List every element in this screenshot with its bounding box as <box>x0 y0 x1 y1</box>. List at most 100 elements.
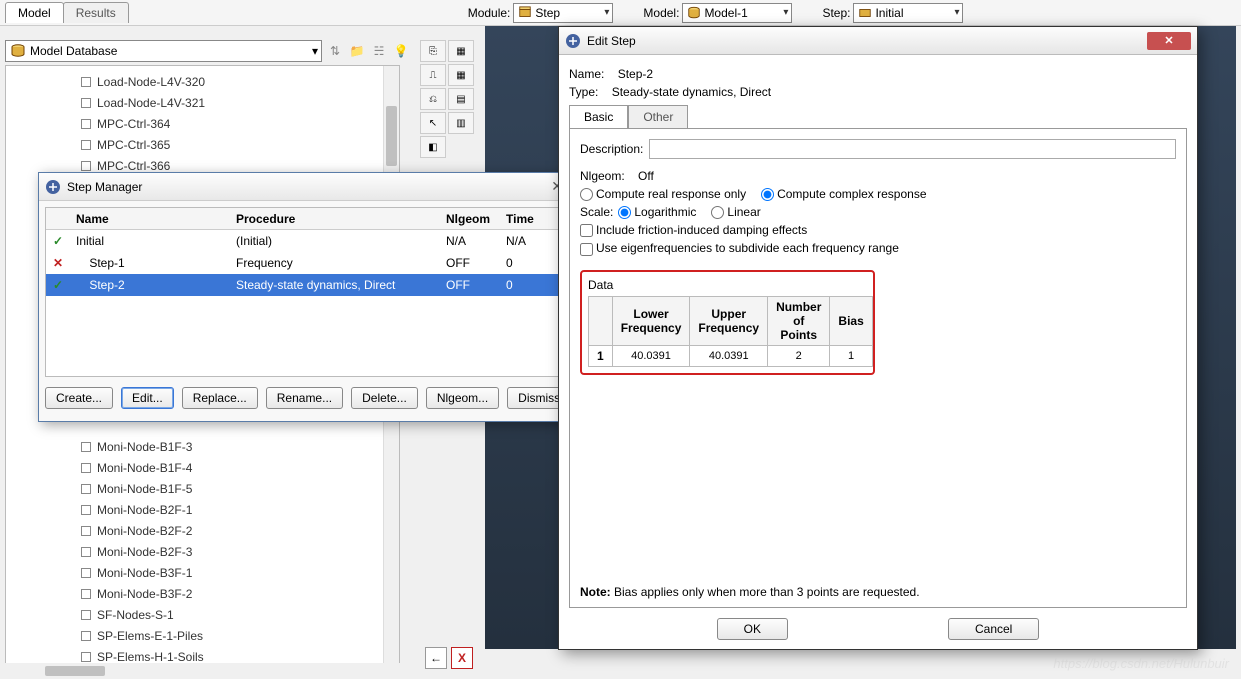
tree-icon[interactable]: ☵ <box>370 42 388 60</box>
th-proc[interactable]: Procedure <box>230 212 440 226</box>
nlgeom-button[interactable]: Nlgeom... <box>426 387 499 409</box>
tree-item[interactable]: SP-Elems-E-1-Piles <box>81 625 399 646</box>
hscroll-thumb[interactable] <box>45 666 105 676</box>
tree-item[interactable]: Moni-Node-B1F-5 <box>81 478 399 499</box>
tree-item[interactable]: Moni-Node-B3F-1 <box>81 562 399 583</box>
updown-icon[interactable]: ⇅ <box>326 42 344 60</box>
tool-ico-2[interactable]: ▦ <box>448 40 474 62</box>
tool-ico-9[interactable]: ◧ <box>420 136 446 158</box>
th-npts: Number of Points <box>768 296 830 345</box>
step-manager-dialog: Step Manager ✕ Name Procedure Nlgeom Tim… <box>38 172 568 422</box>
radio-linear[interactable]: Linear <box>711 205 760 219</box>
step-table-header: Name Procedure Nlgeom Time <box>46 208 560 230</box>
tree-hscroll[interactable] <box>5 663 400 679</box>
back-button[interactable]: ← <box>425 647 447 669</box>
module-label: Module: <box>468 6 511 20</box>
module-combo[interactable]: Step <box>513 3 613 23</box>
nlgeom-label: Nlgeom: <box>580 169 625 183</box>
data-title: Data <box>588 278 867 292</box>
tab-results[interactable]: Results <box>63 2 129 23</box>
nav-buttons: ← X <box>425 647 473 669</box>
tree-item[interactable]: SF-Nodes-S-1 <box>81 604 399 625</box>
model-db-combo[interactable]: Model Database <box>5 40 322 62</box>
step-row[interactable]: ✓ Step-2Steady-state dynamics, DirectOFF… <box>46 274 560 296</box>
tree-item[interactable]: SP-Elems-H-1-Soils <box>81 646 399 664</box>
scale-label: Scale: <box>580 205 613 219</box>
nlgeom-value: Off <box>638 169 654 183</box>
data-table[interactable]: Lower Frequency Upper Frequency Number o… <box>588 296 873 367</box>
radio-complex[interactable]: Compute complex response <box>761 187 926 201</box>
type-label: Type: <box>569 85 598 99</box>
th-bias: Bias <box>830 296 872 345</box>
tool-ico-4[interactable]: ▦ <box>448 64 474 86</box>
rename-button[interactable]: Rename... <box>266 387 343 409</box>
tab-basic[interactable]: Basic <box>569 105 628 128</box>
edit-step-titlebar[interactable]: Edit Step <box>559 27 1197 55</box>
ok-button[interactable]: OK <box>717 618 788 640</box>
note-row: Note: Bias applies only when more than 3… <box>580 585 920 599</box>
folder-icon[interactable]: 📁 <box>348 42 366 60</box>
tree-item[interactable]: MPC-Ctrl-365 <box>81 134 399 155</box>
tree-item[interactable]: Load-Node-L4V-321 <box>81 92 399 113</box>
delete-button[interactable]: Delete... <box>351 387 418 409</box>
name-label: Name: <box>569 67 604 81</box>
chk-eigen[interactable]: Use eigenfrequencies to subdivide each f… <box>580 241 899 255</box>
radio-real[interactable]: Compute real response only <box>580 187 746 201</box>
tree-item[interactable]: Load-Node-L4V-320 <box>81 71 399 92</box>
tool-ico-8[interactable]: ▥ <box>448 112 474 134</box>
step-combo[interactable]: Initial <box>853 3 963 23</box>
step-manager-buttons: Create... Edit... Replace... Rename... D… <box>39 383 567 417</box>
module-value: Step <box>535 6 560 20</box>
chk-friction[interactable]: Include friction-induced damping effects <box>580 223 807 237</box>
cancel-button[interactable]: Cancel <box>948 618 1039 640</box>
close-button[interactable] <box>1147 32 1191 50</box>
close-icon[interactable]: ✕ <box>523 178 563 195</box>
tree-item[interactable]: Moni-Node-B3F-2 <box>81 583 399 604</box>
top-left-tabs: Model Results <box>5 2 128 23</box>
th-time[interactable]: Time <box>500 212 550 226</box>
tree-item[interactable]: Moni-Node-B2F-3 <box>81 541 399 562</box>
step-row[interactable]: ✕ Step-1FrequencyOFF0 <box>46 252 560 274</box>
tool-ico-3[interactable]: ⎍ <box>420 64 446 86</box>
scroll-thumb[interactable] <box>386 106 397 166</box>
module-icon <box>518 6 532 20</box>
bulb-icon[interactable]: 💡 <box>392 42 410 60</box>
data-box: Data Lower Frequency Upper Frequency Num… <box>580 270 875 375</box>
data-row[interactable]: 140.039140.039121 <box>589 345 873 366</box>
step-label: Step: <box>822 6 850 20</box>
th-lower: Lower Frequency <box>612 296 690 345</box>
edit-step-title: Edit Step <box>587 34 636 48</box>
tree-item[interactable]: Moni-Node-B2F-2 <box>81 520 399 541</box>
th-name[interactable]: Name <box>70 212 230 226</box>
create-button[interactable]: Create... <box>45 387 113 409</box>
model-db-text: Model Database <box>30 44 117 58</box>
description-input[interactable] <box>649 139 1176 159</box>
tree-item[interactable]: Moni-Node-B1F-3 <box>81 436 399 457</box>
tool-icons: ⇅ 📁 ☵ 💡 <box>326 42 410 60</box>
model-lbl: Model: <box>643 6 679 20</box>
cancel-x-button[interactable]: X <box>451 647 473 669</box>
step-icon <box>858 6 872 20</box>
tab-other[interactable]: Other <box>628 105 688 128</box>
tree-item[interactable]: Moni-Node-B2F-1 <box>81 499 399 520</box>
tool-ico-6[interactable]: ▤ <box>448 88 474 110</box>
replace-button[interactable]: Replace... <box>182 387 258 409</box>
database-icon <box>10 44 26 58</box>
description-label: Description: <box>580 142 643 156</box>
tool-ico-5[interactable]: ⎌ <box>420 88 446 110</box>
tree-item[interactable]: Moni-Node-B1F-4 <box>81 457 399 478</box>
side-toolbox: ⎘ ▦ ⎍ ▦ ⎌ ▤ ↖ ▥ ◧ <box>420 40 480 158</box>
step-manager-titlebar[interactable]: Step Manager ✕ <box>39 173 567 201</box>
edit-step-dialog: Edit Step Name: Step-2 Type: Steady-stat… <box>558 26 1198 650</box>
tab-model[interactable]: Model <box>5 2 64 23</box>
radio-log[interactable]: Logarithmic <box>618 205 696 219</box>
model-value: Model-1 <box>704 6 747 20</box>
edit-button[interactable]: Edit... <box>121 387 174 409</box>
tool-ico-1[interactable]: ⎘ <box>420 40 446 62</box>
step-row[interactable]: ✓Initial(Initial)N/AN/A <box>46 230 560 252</box>
tree-item[interactable]: MPC-Ctrl-364 <box>81 113 399 134</box>
model-combo[interactable]: Model-1 <box>682 3 792 23</box>
watermark: https://blog.csdn.net/Hulunbuir <box>1053 656 1229 671</box>
th-nl[interactable]: Nlgeom <box>440 212 500 226</box>
tool-ico-7[interactable]: ↖ <box>420 112 446 134</box>
